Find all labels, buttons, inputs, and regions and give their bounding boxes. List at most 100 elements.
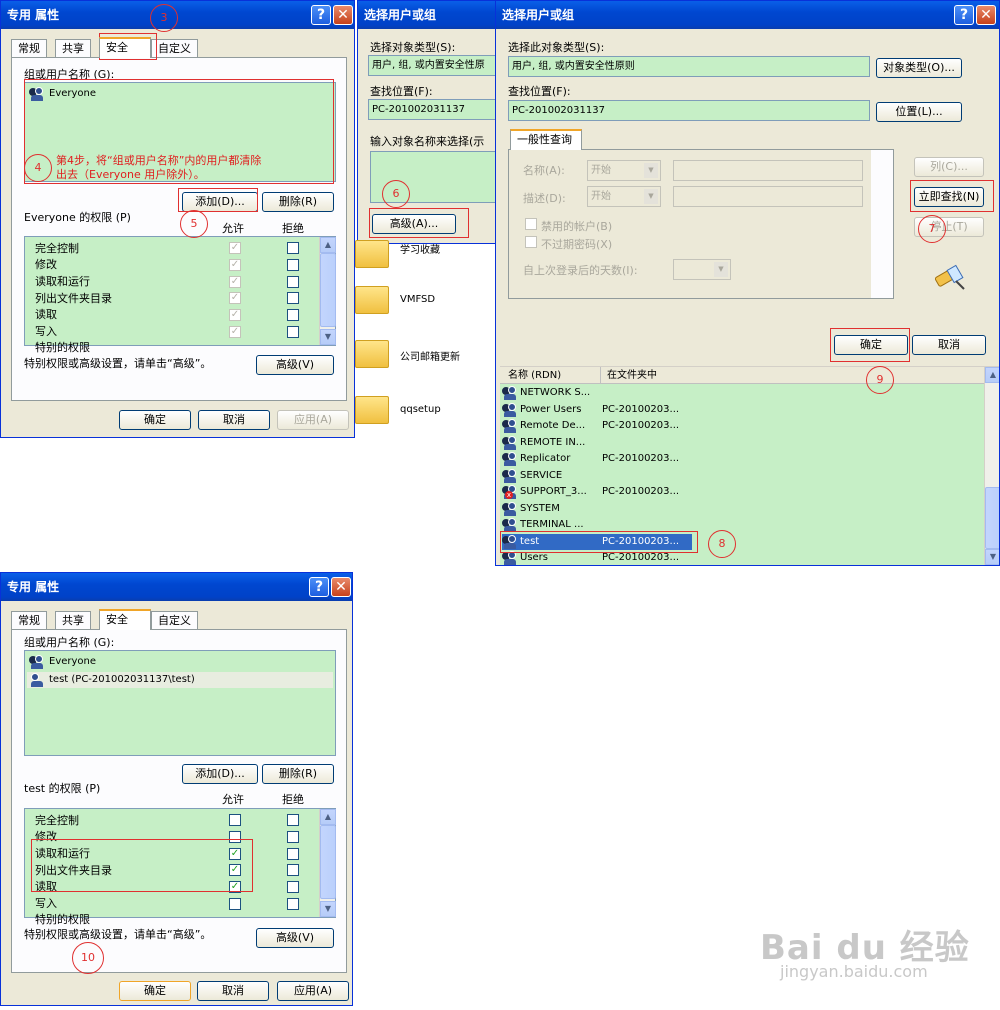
vertical-scrollbar[interactable]: ▲ ▼ xyxy=(319,237,336,345)
allow-checkbox[interactable] xyxy=(229,814,241,826)
folder-label[interactable]: 公司邮箱更新 xyxy=(400,348,460,363)
help-button[interactable]: ? xyxy=(954,5,974,25)
result-row[interactable]: Replicator PC-20100203... xyxy=(502,451,692,467)
allow-checkbox[interactable]: ✓ xyxy=(229,292,241,304)
perm-full-control: 完全控制 xyxy=(35,242,79,255)
description-condition-select[interactable]: 开始 ▼ xyxy=(587,186,661,207)
apply-button[interactable]: 应用(A) xyxy=(277,981,349,1001)
disabled-accounts-checkbox[interactable] xyxy=(525,218,537,230)
deny-checkbox[interactable] xyxy=(287,831,299,843)
folder-icon[interactable] xyxy=(355,286,389,314)
deny-checkbox[interactable] xyxy=(287,881,299,893)
tab-general[interactable]: 常规 xyxy=(11,39,47,57)
result-row[interactable]: x SUPPORT_3... PC-20100203... xyxy=(502,484,692,500)
no-expire-checkbox[interactable] xyxy=(525,236,537,248)
allow-checkbox[interactable]: ✓ xyxy=(229,259,241,271)
deny-checkbox[interactable] xyxy=(287,292,299,304)
ok-button[interactable]: 确定 xyxy=(119,410,191,430)
tab-sharing[interactable]: 共享 xyxy=(55,611,91,629)
column-header-folder[interactable]: 在文件夹中 xyxy=(600,367,657,384)
deny-checkbox[interactable] xyxy=(287,276,299,288)
cancel-button[interactable]: 取消 xyxy=(198,410,270,430)
deny-checkbox[interactable] xyxy=(287,898,299,910)
tab-strip: 常规 共享 安全 自定义 xyxy=(11,37,351,58)
results-scrollbar[interactable]: ▲ ▼ xyxy=(984,367,999,565)
tab-custom[interactable]: 自定义 xyxy=(151,39,198,57)
remove-button[interactable]: 删除(R) xyxy=(262,192,334,212)
allow-checkbox[interactable] xyxy=(229,898,241,910)
result-row[interactable]: Power Users PC-20100203... xyxy=(502,402,692,418)
deny-checkbox[interactable] xyxy=(287,864,299,876)
columns-button[interactable]: 列(C)... xyxy=(914,157,984,177)
object-types-button[interactable]: 对象类型(O)... xyxy=(876,58,962,78)
help-button[interactable]: ? xyxy=(309,577,329,597)
folder-label[interactable]: qqsetup xyxy=(400,404,441,415)
folder-icon[interactable] xyxy=(355,340,389,368)
result-row[interactable]: SERVICE xyxy=(502,468,692,484)
list-item[interactable]: test (PC-201002031137\test) xyxy=(27,672,333,688)
scroll-down-icon[interactable]: ▼ xyxy=(320,329,336,345)
tab-common-queries[interactable]: 一般性查询 xyxy=(510,129,582,150)
deny-checkbox[interactable] xyxy=(287,848,299,860)
step-marker-10: 10 xyxy=(72,942,104,974)
result-row[interactable]: SYSTEM xyxy=(502,501,692,517)
tab-sharing[interactable]: 共享 xyxy=(55,39,91,57)
description-query-input[interactable] xyxy=(673,186,863,207)
desktop-area: 学习收藏 VMFSD 公司邮箱更新 qqsetup xyxy=(355,240,495,564)
tab-custom[interactable]: 自定义 xyxy=(151,611,198,629)
deny-checkbox[interactable] xyxy=(287,259,299,271)
vertical-scrollbar[interactable]: ▲ ▼ xyxy=(319,809,336,917)
locations-button[interactable]: 位置(L)... xyxy=(876,102,962,122)
deny-header: 拒绝 xyxy=(282,793,304,806)
deny-checkbox[interactable] xyxy=(287,326,299,338)
scroll-down-icon[interactable]: ▼ xyxy=(320,901,336,917)
tab-security[interactable]: 安全 xyxy=(99,609,151,630)
close-button[interactable]: ✕ xyxy=(976,5,996,25)
folder-label[interactable]: 学习收藏 xyxy=(400,241,440,256)
scroll-down-icon[interactable]: ▼ xyxy=(985,549,999,565)
scroll-up-icon[interactable]: ▲ xyxy=(985,367,999,383)
cancel-button[interactable]: 取消 xyxy=(197,981,269,1001)
folder-icon[interactable] xyxy=(355,396,389,424)
group-icon xyxy=(502,468,518,483)
allow-checkbox[interactable]: ✓ xyxy=(229,276,241,288)
deny-checkbox[interactable] xyxy=(287,814,299,826)
allow-checkbox[interactable]: ✓ xyxy=(229,326,241,338)
user-list[interactable]: Everyone test (PC-201002031137\test) xyxy=(24,650,336,756)
group-icon xyxy=(502,518,518,532)
folder-label[interactable]: VMFSD xyxy=(400,294,435,305)
allow-header: 允许 xyxy=(222,222,244,235)
result-row[interactable]: REMOTE IN... xyxy=(502,435,692,451)
scroll-up-icon[interactable]: ▲ xyxy=(320,809,336,825)
allow-checkbox[interactable]: ✓ xyxy=(229,309,241,321)
tab-security[interactable]: 安全 xyxy=(99,37,151,58)
help-button[interactable]: ? xyxy=(311,5,331,25)
allow-checkbox[interactable]: ✓ xyxy=(229,242,241,254)
scroll-up-icon[interactable]: ▲ xyxy=(320,237,336,253)
name-query-input[interactable] xyxy=(673,160,863,181)
close-button[interactable]: ✕ xyxy=(333,5,353,25)
column-header-name[interactable]: 名称 (RDN) xyxy=(508,367,561,384)
cancel-button[interactable]: 取消 xyxy=(912,335,986,355)
tab-general[interactable]: 常规 xyxy=(11,611,47,629)
close-button[interactable]: ✕ xyxy=(331,577,351,597)
scroll-thumb[interactable] xyxy=(320,825,336,899)
highlight-advanced-button xyxy=(369,208,469,238)
result-row[interactable]: NETWORK S... xyxy=(502,385,692,401)
name-condition-select[interactable]: 开始 ▼ xyxy=(587,160,661,181)
deny-checkbox[interactable] xyxy=(287,309,299,321)
advanced-button[interactable]: 高级(V) xyxy=(256,928,334,948)
deny-checkbox[interactable] xyxy=(287,242,299,254)
add-button[interactable]: 添加(D)... xyxy=(182,764,258,784)
apply-button[interactable]: 应用(A) xyxy=(277,410,349,430)
remove-button[interactable]: 删除(R) xyxy=(262,764,334,784)
scroll-thumb[interactable] xyxy=(985,487,999,549)
folder-icon[interactable] xyxy=(355,240,389,268)
ok-button[interactable]: 确定 xyxy=(119,981,191,1001)
perm-read: 读取 xyxy=(35,308,57,321)
object-type-label: 选择对象类型(S): xyxy=(370,41,456,54)
scroll-thumb[interactable] xyxy=(320,253,336,327)
result-row[interactable]: Remote De... PC-20100203... xyxy=(502,418,692,434)
days-select[interactable]: ▼ xyxy=(673,259,731,280)
advanced-button[interactable]: 高级(V) xyxy=(256,355,334,375)
